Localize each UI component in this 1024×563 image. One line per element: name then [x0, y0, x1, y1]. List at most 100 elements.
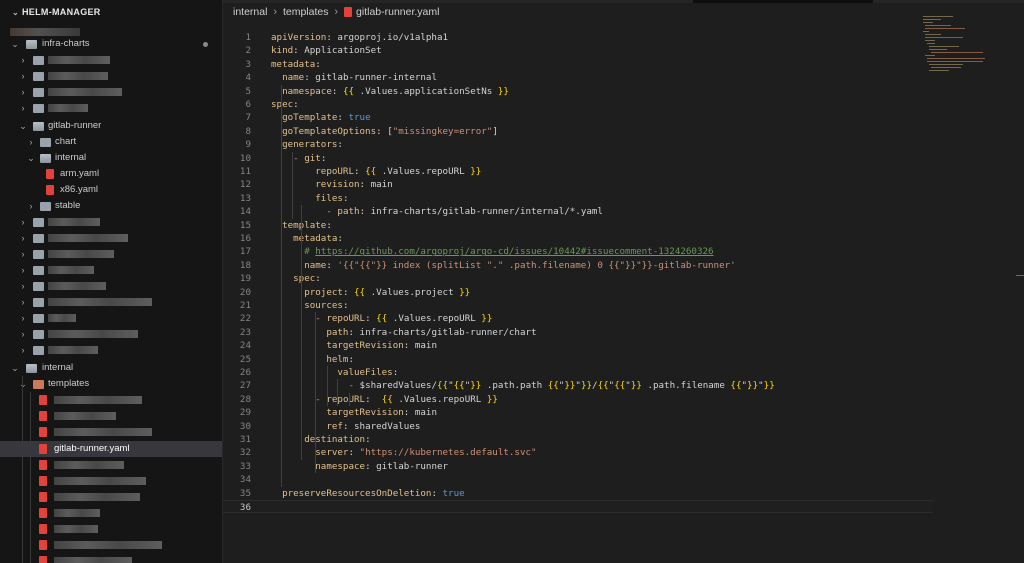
code-line[interactable]: 21 sources: — [223, 299, 933, 312]
code-line[interactable]: 10 - git: — [223, 152, 933, 165]
code-line-text: name: '{{"{{"}} index (splitList "." .pa… — [304, 259, 736, 271]
line-number: 8 — [245, 125, 251, 137]
tree-item-redacted[interactable]: › — [0, 230, 222, 246]
code-line[interactable]: 7 goTemplate: true — [223, 111, 933, 124]
tree-item-internal[interactable]: ⌄ internal — [0, 150, 222, 166]
indent-guide — [30, 392, 31, 563]
code-line[interactable]: 35 preserveResourcesOnDeletion: true — [223, 487, 933, 500]
tree-item-infra-charts[interactable]: ⌄ infra-charts — [0, 36, 222, 52]
code-line[interactable]: 32 server: "https://kubernetes.default.s… — [223, 446, 933, 459]
tree-item-redacted[interactable]: › — [0, 278, 222, 294]
tree-item-redacted-yaml[interactable] — [0, 473, 222, 489]
code-line[interactable]: 1 apiVersion: argoproj.io/v1alpha1 — [223, 31, 933, 44]
tree-item-gitlab-runner[interactable]: ⌄ gitlab-runner — [0, 118, 222, 134]
line-number: 3 — [245, 58, 251, 70]
chevron-right-icon: › — [21, 233, 25, 243]
line-number: 13 — [239, 192, 251, 204]
tree-item-redacted-yaml[interactable] — [0, 408, 222, 424]
tree-item-gitlab-runner-yaml[interactable]: gitlab-runner.yaml — [0, 441, 222, 457]
code-line[interactable]: 6 spec: — [223, 98, 933, 111]
breadcrumb-item[interactable]: internal — [233, 6, 267, 18]
tree-item-redacted[interactable]: › — [0, 342, 222, 358]
code-line[interactable]: 2 kind: ApplicationSet — [223, 44, 933, 57]
code-line[interactable]: 12 revision: main — [223, 178, 933, 191]
line-number: 17 — [239, 246, 251, 258]
tree-item-redacted[interactable]: › — [0, 214, 222, 230]
tree-item-redacted[interactable]: › — [0, 68, 222, 84]
tree-item-arm-yaml[interactable]: arm.yaml — [0, 166, 222, 182]
code-line[interactable]: 27 - $sharedValues/{{"{{"}} .path.path {… — [223, 379, 933, 392]
tree-item-redacted[interactable]: › — [0, 262, 222, 278]
code-line[interactable]: 22 - repoURL: {{ .Values.repoURL }} — [223, 312, 933, 325]
tree-item-redacted-yaml[interactable] — [0, 457, 222, 473]
tree-item-redacted[interactable]: › — [0, 84, 222, 100]
folder-open-icon — [33, 380, 44, 389]
code-line[interactable]: 31 destination: — [223, 433, 933, 446]
code-editor[interactable]: internal › templates › gitlab-runner.yam… — [223, 0, 1024, 563]
tree-item-redacted[interactable]: › — [0, 294, 222, 310]
chevron-right-icon: › — [21, 265, 25, 275]
tree-item-redacted[interactable]: › — [0, 100, 222, 116]
tree-item-redacted[interactable]: › — [0, 326, 222, 342]
redacted-label — [48, 104, 88, 112]
explorer-title[interactable]: ⌄ HELM-MANAGER — [0, 0, 222, 24]
code-line[interactable]: 9 generators: — [223, 138, 933, 151]
code-line[interactable]: 5 namespace: {{ .Values.applicationSetNs… — [223, 85, 933, 98]
chevron-right-icon: › — [334, 6, 339, 19]
line-number: 23 — [239, 326, 251, 338]
code-line[interactable]: 11 repoURL: {{ .Values.repoURL }} — [223, 165, 933, 178]
tree-item-x86-yaml[interactable]: x86.yaml — [0, 182, 222, 198]
code-line[interactable]: 17 # https://github.com/argoproj/argo-cd… — [223, 245, 933, 258]
tree-item-redacted[interactable]: › — [0, 310, 222, 326]
chevron-down-icon: ⌄ — [27, 153, 35, 163]
code-line[interactable]: 18 name: '{{"{{"}} index (splitList "." … — [223, 259, 933, 272]
code-line-text: valueFiles: — [337, 367, 399, 378]
tree-item-templates[interactable]: ⌄ templates — [0, 376, 222, 392]
code-line[interactable]: 36 — [223, 500, 933, 514]
tree-item-redacted[interactable]: › — [0, 52, 222, 68]
tree-item-redacted-yaml[interactable] — [0, 553, 222, 563]
code-line[interactable]: 14 - path: infra-charts/gitlab-runner/in… — [223, 205, 933, 218]
breadcrumb-item[interactable]: gitlab-runner.yaml — [356, 6, 439, 18]
tree-item-redacted[interactable]: › — [0, 246, 222, 262]
code-line[interactable]: 29 targetRevision: main — [223, 406, 933, 419]
line-number: 9 — [245, 139, 251, 151]
code-line[interactable]: 30 ref: sharedValues — [223, 420, 933, 433]
line-number: 36 — [239, 502, 251, 513]
redacted-label — [54, 525, 98, 533]
minimap[interactable] — [923, 14, 993, 74]
tree-item-redacted-yaml[interactable] — [0, 537, 222, 553]
redacted-label — [48, 266, 94, 274]
code-line[interactable]: 34 — [223, 473, 933, 486]
code-line[interactable]: 24 targetRevision: main — [223, 339, 933, 352]
tree-item-stable[interactable]: › stable — [0, 198, 222, 214]
code-line-text: goTemplate: true — [282, 112, 371, 124]
yaml-file-icon — [39, 444, 47, 454]
code-line[interactable]: 19 spec: — [223, 272, 933, 285]
tree-item-internal-root[interactable]: ⌄ internal — [0, 360, 222, 376]
code-line[interactable]: 4 name: gitlab-runner-internal — [223, 71, 933, 84]
breadcrumb-item[interactable]: templates — [283, 6, 329, 18]
tree-item-redacted-yaml[interactable] — [0, 392, 222, 408]
code-line[interactable]: 23 path: infra-charts/gitlab-runner/char… — [223, 326, 933, 339]
tree-item-chart[interactable]: › chart — [0, 134, 222, 150]
code-line[interactable]: 26 valueFiles: — [223, 366, 933, 379]
tree-item-redacted-yaml[interactable] — [0, 521, 222, 537]
yaml-file-icon — [46, 169, 54, 179]
redacted-item — [10, 28, 80, 36]
code-line[interactable]: 3 metadata: — [223, 58, 933, 71]
code-line-text: files: — [315, 192, 349, 204]
tree-item-redacted-yaml[interactable] — [0, 505, 222, 521]
code-line[interactable]: 13 files: — [223, 192, 933, 205]
line-number: 34 — [239, 474, 251, 486]
code-line[interactable]: 33 namespace: gitlab-runner — [223, 460, 933, 473]
redacted-label — [48, 234, 128, 242]
code-line[interactable]: 16 metadata: — [223, 232, 933, 245]
tree-item-redacted-yaml[interactable] — [0, 424, 222, 440]
code-line[interactable]: 28 - repoURL: {{ .Values.repoURL }} — [223, 393, 933, 406]
tree-item-redacted-yaml[interactable] — [0, 489, 222, 505]
code-line[interactable]: 8 goTemplateOptions: ["missingkey=error"… — [223, 125, 933, 138]
code-line[interactable]: 15 template: — [223, 219, 933, 232]
code-line[interactable]: 20 project: {{ .Values.project }} — [223, 286, 933, 299]
code-line[interactable]: 25 helm: — [223, 353, 933, 366]
